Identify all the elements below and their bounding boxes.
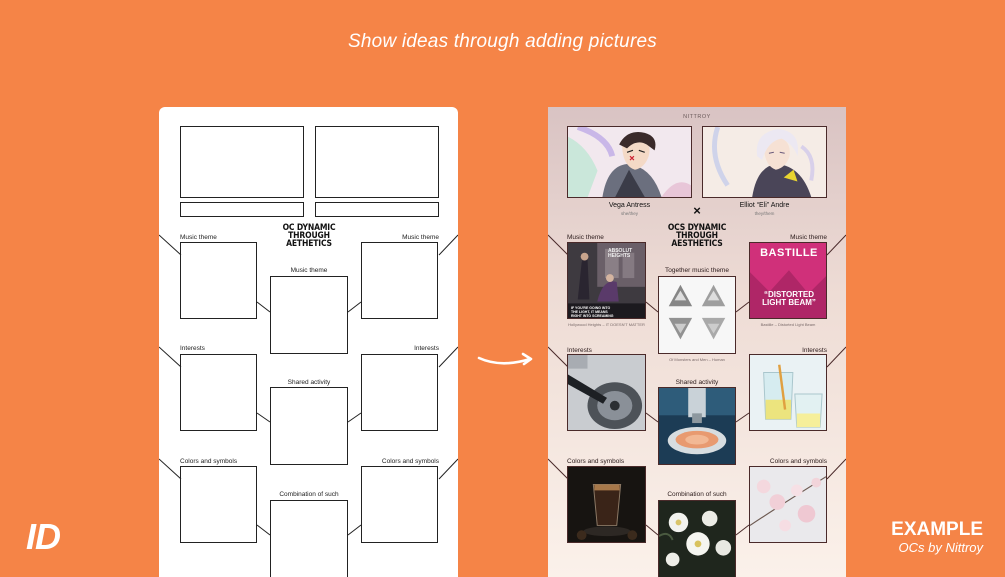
album-right-band: BASTILLE <box>760 247 818 259</box>
label-music-left: Music theme <box>180 234 217 241</box>
album-cover-right: BASTILLE “DISTORTED LIGHT BEAM” <box>749 242 827 319</box>
label-music-right-filled: Music theme <box>790 234 827 241</box>
character-name-1: Vega Antress <box>608 202 651 209</box>
interests-slot-right[interactable] <box>361 354 438 431</box>
label-shared-activity: Shared activity <box>287 379 331 386</box>
template-title: OC DYNAMIC THROUGH AETHETICS <box>282 223 336 249</box>
album-right-title: “DISTORTED LIGHT BEAM” <box>762 290 816 307</box>
label-music-right: Music theme <box>402 234 439 241</box>
character-name-slot-1[interactable] <box>180 202 304 217</box>
colors-image-left <box>567 466 646 543</box>
label-colors-left-filled: Colors and symbols <box>567 458 625 465</box>
arrow-icon <box>477 352 533 366</box>
label-together-music: Together music theme <box>665 267 729 274</box>
album-center-caption: Of Monsters and Men – Human <box>669 357 725 362</box>
interests-image-right <box>749 354 827 431</box>
template-panel: OC DYNAMIC THROUGH AETHETICS Music theme… <box>159 107 458 577</box>
label-colors-right-filled: Colors and symbols <box>769 458 827 465</box>
label-colors-left: Colors and symbols <box>180 458 238 465</box>
music-slot-left[interactable] <box>180 242 257 319</box>
label-interests-right: Interests <box>414 345 439 352</box>
example-title: OCS DYNAMIC THROUGH AESTHETICS <box>667 223 727 249</box>
shared-activity-slot[interactable] <box>270 387 348 465</box>
author-label: NITTROY <box>683 114 711 120</box>
interests-image-left <box>567 354 646 431</box>
interests-slot-left[interactable] <box>180 354 257 431</box>
combination-image <box>658 500 736 577</box>
example-panel: NITTROY Vega Antress she/they × Elliot “… <box>548 107 846 577</box>
shared-activity-image <box>658 387 736 465</box>
album-left-title: ABSOLUT HEIGHTS <box>608 248 633 259</box>
character-pronouns-2: they/them <box>754 211 775 216</box>
label-combination-filled: Combination of such <box>667 491 727 498</box>
album-left-text: IF YOU'RE GOING INTO THE LIGHT, IT MEANS… <box>571 306 614 318</box>
label-interests-right-filled: Interests <box>802 347 827 354</box>
colors-image-right <box>749 466 827 543</box>
character-pronouns-1: she/they <box>620 211 638 216</box>
example-credit: EXAMPLE OCs by Nittroy <box>891 519 983 556</box>
album-cover-left: ABSOLUT HEIGHTS IF YOU'RE GOING INTO THE… <box>567 242 646 319</box>
label-music-center: Music theme <box>290 267 328 274</box>
character-image-slot-2[interactable] <box>315 126 439 198</box>
character-portrait-1 <box>567 126 692 198</box>
combination-slot[interactable] <box>270 500 348 577</box>
character-name-slot-2[interactable] <box>315 202 439 217</box>
character-portrait-2 <box>702 126 827 198</box>
character-image-slot-1[interactable] <box>180 126 304 198</box>
label-colors-right: Colors and symbols <box>381 458 439 465</box>
colors-slot-right[interactable] <box>361 466 438 543</box>
music-slot-right[interactable] <box>361 242 438 319</box>
brand-logo: ID <box>26 516 61 557</box>
label-shared-activity-filled: Shared activity <box>675 379 719 386</box>
example-title-label: EXAMPLE <box>891 519 983 540</box>
character-name-2: Elliot “Eli” Andre <box>739 202 790 209</box>
album-left-caption: Hollywood Heights – IT DOESN'T MATTER <box>568 322 645 327</box>
label-combination: Combination of such <box>279 491 339 498</box>
music-slot-center[interactable] <box>270 276 348 354</box>
album-cover-center <box>658 276 736 354</box>
colors-slot-left[interactable] <box>180 466 257 543</box>
label-music-left-filled: Music theme <box>567 234 604 241</box>
album-right-caption: Bastille – Distorted Light Beam <box>760 322 816 327</box>
label-interests-left-filled: Interests <box>567 347 592 354</box>
label-interests-left: Interests <box>180 345 205 352</box>
example-subtitle: OCs by Nittroy <box>898 540 983 555</box>
page-heading: Show ideas through adding pictures <box>348 31 657 52</box>
